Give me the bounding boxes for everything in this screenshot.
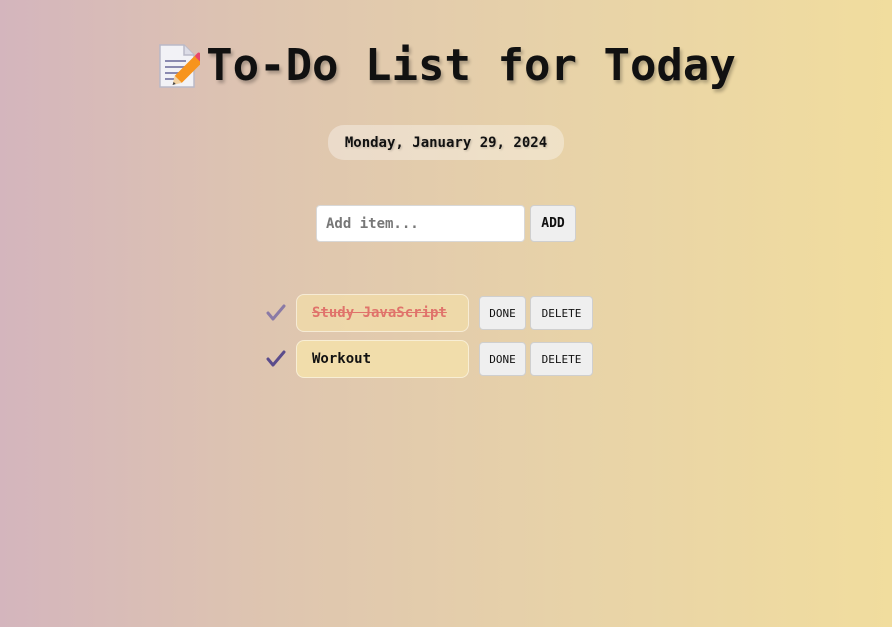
- done-button[interactable]: DONE: [479, 296, 526, 330]
- todo-item-text: Workout: [296, 340, 469, 378]
- delete-button[interactable]: DELETE: [530, 342, 593, 376]
- add-item-input[interactable]: [316, 205, 525, 242]
- delete-button[interactable]: DELETE: [530, 296, 593, 330]
- date-badge: Monday, January 29, 2024: [328, 125, 564, 160]
- add-button[interactable]: ADD: [530, 205, 576, 242]
- todo-item-text: Study JavaScript: [296, 294, 469, 332]
- todo-item: Workout DONE DELETE: [266, 340, 596, 378]
- todo-item: Study JavaScript DONE DELETE: [266, 294, 596, 332]
- done-button[interactable]: DONE: [479, 342, 526, 376]
- checkmark-icon[interactable]: [266, 349, 286, 369]
- checkmark-icon[interactable]: [266, 303, 286, 323]
- page-header: To-Do List for Today: [0, 40, 892, 91]
- page-title: To-Do List for Today: [206, 40, 736, 91]
- memo-icon: [159, 43, 201, 88]
